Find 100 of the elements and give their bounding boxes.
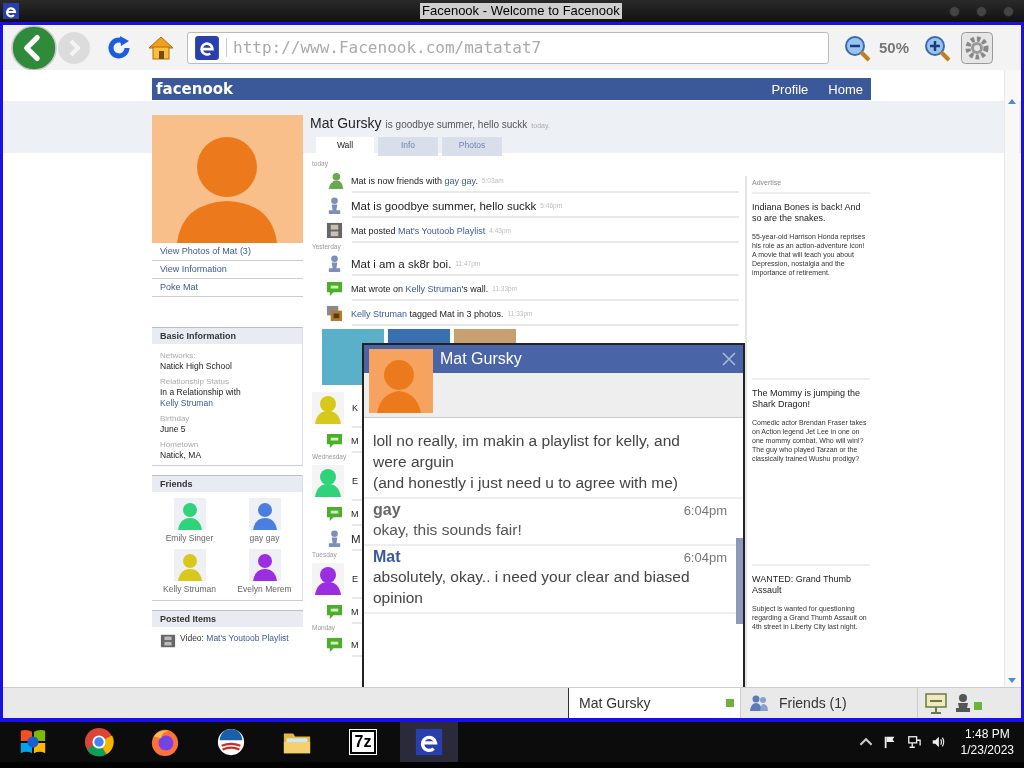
message-text: okay, this sounds fair! [373,520,523,540]
person-status-icon[interactable] [954,693,984,713]
feed-text: Mat i am a sk8r boi. [351,257,452,270]
scroll-up-icon[interactable] [1007,97,1017,105]
feed-text: M [351,606,359,617]
profile-action-link[interactable]: Poke Mat [152,279,303,297]
film-strip-icon [326,222,343,239]
volume-icon[interactable] [930,735,945,749]
speech-bubble-icon [326,636,343,653]
site-logo[interactable]: facenook [156,80,233,98]
feed-text: Mat is goodbye summer, hello suckk [351,199,537,212]
scrollbar-thumb[interactable] [736,538,743,624]
field-value: June 5 [160,424,187,435]
browser-icon [3,3,19,19]
speech-bubble-icon [326,432,343,449]
partner-name-link[interactable]: Kelly Struman [160,398,294,409]
friend-avatar[interactable] [248,549,281,581]
settings-button[interactable] [961,31,994,64]
profile-action-link[interactable]: View Photos of Mat (3) [152,243,303,261]
ad-headline[interactable]: The Mommy is jumping the Shark Dragon! [752,388,870,410]
feed-text: M [351,639,359,650]
chrome-icon[interactable] [84,727,114,757]
feed-text: K [352,403,358,413]
window-title: Facenook - Welcome to Facenook [420,3,622,19]
speech-bubble-icon [326,280,343,297]
status-text: is goodbye summer, hello suckk [385,119,528,130]
feed-link[interactable]: Kelly Struman [351,308,408,319]
feed-text: E [352,476,358,486]
scrollbar[interactable] [1004,70,1019,687]
message-time: 6:04pm [683,550,727,565]
add-friend-icon [326,172,343,189]
message-time: 6:04pm [683,503,727,518]
zoom-level: 50% [879,39,910,56]
friend-avatar[interactable] [312,563,344,595]
taskbar-button[interactable]: 7z [334,722,392,762]
profile-tab[interactable]: Wall [316,137,374,156]
feed-link[interactable]: Mat's Youtoob Playlist [398,225,486,236]
section-header: Basic Information [152,327,302,344]
friend-name[interactable]: Emily Singer [165,533,214,543]
message-text: absolutely, okay.. i need your clear and biased opinion [373,567,691,608]
scroll-down-icon[interactable] [1007,677,1017,685]
taskbar-button[interactable] [400,722,458,762]
posted-item: Video: Mat's Youtoob Playlist [180,633,289,645]
avatar-placeholder [369,349,433,413]
message-author: Mat [373,548,401,566]
clock-date[interactable]: 1/23/2023 [960,742,1014,758]
feed-text: Kelly Struman tagged Mat in 3 photos. [351,308,504,319]
person-icon [326,530,343,547]
friend-name[interactable]: Kelly Struman [163,584,216,594]
feed-text: M [351,435,359,446]
feed-link[interactable]: Kelly Struman [405,283,462,294]
field-label: Networks: [160,350,197,361]
browser-icon[interactable] [414,727,444,757]
firefox-icon[interactable] [150,727,180,757]
presentation-icon[interactable] [924,692,948,714]
field-value: Natick High School [160,361,233,372]
feed-text: Mat posted Mat's Youtoob Playlist [351,225,486,236]
message-text: loll no really, im makin a playlist for kelly, and were arguin (and honestly i just need u to agree with me) [373,431,681,493]
back-button[interactable] [11,24,57,71]
feed-text: Mat wrote on Kelly Struman's wall. [351,283,489,294]
friends-icon [749,694,769,712]
section-header: Friends [152,475,302,492]
round-logo-icon[interactable] [216,727,246,757]
speech-bubble-icon [326,603,343,620]
zoom-in-icon[interactable] [923,33,952,62]
flag-icon[interactable] [882,735,897,749]
film-strip-icon [160,633,176,649]
zoom-out-icon[interactable] [843,33,871,62]
person-icon [326,255,343,272]
feed-text: Mat is now friends with gay gay. [351,175,478,186]
ad-headline[interactable]: WANTED: Grand Thumb Assault [752,574,870,596]
person-icon [326,197,343,214]
photo-icon [326,305,343,322]
profile-action-link[interactable]: View Information [152,261,303,279]
field-value: Natick, MA [160,450,203,461]
profile-name: Mat Gursky [310,115,382,131]
speech-bubble-icon [326,505,343,522]
field-value: In a Relationship with [160,387,242,398]
field-label: Birthday [160,413,191,424]
message-author: gay [373,501,401,519]
ad-headline[interactable]: Indiana Bones is back! And so are the snakes. [752,202,870,224]
video-link[interactable]: Mat's Youtoob Playlist [206,633,289,643]
clock-time[interactable]: 1:48 PM [964,726,1010,742]
friend-avatar[interactable] [248,498,281,530]
page-icon [194,34,220,61]
feed-text: M [351,532,361,545]
friends-tab[interactable]: Friends (1) [741,688,918,718]
section-header: Posted Items [152,610,303,627]
chat-contact-name: Mat Gursky [440,350,523,368]
friend-name[interactable]: Evelyn Merem [237,584,292,594]
nav-link[interactable]: Profile [771,81,809,97]
network-icon[interactable] [906,735,921,749]
chat-tab[interactable]: Mat Gursky [568,688,741,718]
nav-link[interactable]: Home [828,81,863,97]
close-icon[interactable] [721,351,737,367]
friend-name[interactable]: gay gay [249,533,280,543]
feed-text: E [352,574,358,584]
field-label: Hometown [160,439,200,450]
app-label[interactable]: 7z [349,730,377,754]
field-label: Relationship Status [160,376,230,387]
